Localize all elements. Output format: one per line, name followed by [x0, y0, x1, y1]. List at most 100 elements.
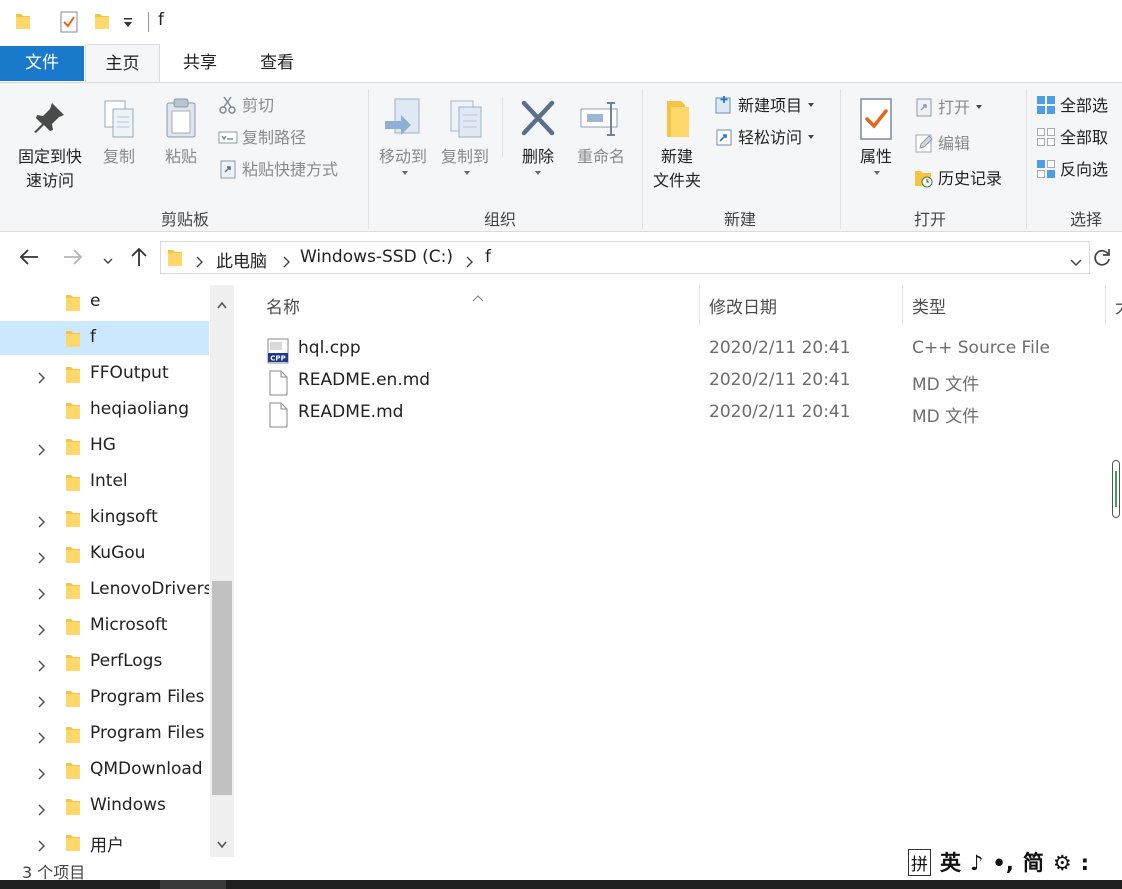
- breadcrumb-chevron-icon[interactable]: [465, 253, 473, 272]
- column-header-modified[interactable]: 修改日期: [709, 293, 777, 318]
- address-bar[interactable]: 此电脑 Windows-SSD (C:) f: [160, 241, 1090, 274]
- tab-file[interactable]: 文件: [0, 46, 84, 81]
- column-header-type[interactable]: 类型: [912, 293, 946, 318]
- edge-scroll-indicator[interactable]: [1112, 460, 1120, 518]
- ime-language-toggle[interactable]: 英: [940, 847, 961, 877]
- ime-simplified-toggle[interactable]: 简: [1023, 847, 1044, 877]
- rename-button[interactable]: 重命名: [570, 97, 632, 169]
- new-folder-button[interactable]: 新建 文件夹: [646, 97, 708, 193]
- scroll-down-icon[interactable]: [216, 835, 228, 854]
- paste-button[interactable]: 粘贴: [156, 97, 206, 169]
- nav-tree-item[interactable]: kingsoft: [0, 501, 209, 535]
- open-button[interactable]: 打开: [914, 95, 983, 121]
- easy-access-button[interactable]: 轻松访问: [714, 125, 815, 151]
- column-header-name[interactable]: 名称: [266, 293, 300, 318]
- expand-chevron-icon[interactable]: [36, 729, 46, 748]
- tab-share[interactable]: 共享: [162, 44, 238, 83]
- new-folder-icon: [667, 101, 689, 137]
- column-divider[interactable]: [699, 285, 700, 325]
- customize-toolbar-icon[interactable]: [122, 16, 134, 28]
- nav-tree-item[interactable]: LenovoDrivers: [0, 573, 209, 607]
- breadcrumb-chevron-icon[interactable]: [195, 253, 203, 272]
- back-arrow-icon[interactable]: [18, 246, 40, 272]
- nav-pane-scroll-thumb[interactable]: [212, 581, 232, 795]
- nav-tree-item[interactable]: QMDownload: [0, 753, 209, 787]
- file-row[interactable]: README.md 2020/2/11 20:41 MD 文件: [266, 399, 1116, 431]
- move-to-button[interactable]: 移动到: [374, 97, 432, 169]
- nav-tree-item[interactable]: Windows: [0, 789, 209, 823]
- nav-tree-item[interactable]: Microsoft: [0, 609, 209, 643]
- properties-quick-icon[interactable]: [60, 11, 78, 33]
- expand-chevron-icon[interactable]: [36, 585, 46, 604]
- copy-path-button[interactable]: 复制路径: [218, 125, 306, 151]
- nav-pane-scrollbar[interactable]: [210, 285, 234, 857]
- expand-chevron-icon[interactable]: [36, 441, 46, 460]
- up-arrow-icon[interactable]: [128, 246, 150, 272]
- new-item-button[interactable]: 新建项目: [714, 93, 815, 119]
- history-button[interactable]: 历史记录: [914, 166, 1002, 192]
- expand-chevron-icon[interactable]: [36, 621, 46, 640]
- ime-more-icon[interactable]: :: [1081, 851, 1089, 875]
- folder-icon[interactable]: [14, 11, 32, 31]
- nav-tree-item[interactable]: f: [0, 321, 209, 355]
- recent-locations-chevron-icon[interactable]: [102, 252, 114, 271]
- ime-settings-icon[interactable]: ⚙: [1053, 851, 1072, 875]
- ime-pinyin-icon[interactable]: 拼: [908, 849, 931, 876]
- copy-button[interactable]: 复制: [94, 97, 144, 169]
- expand-chevron-icon[interactable]: [36, 513, 46, 532]
- nav-tree-item[interactable]: Intel: [0, 465, 209, 499]
- nav-tree-item[interactable]: PerfLogs: [0, 645, 209, 679]
- breadcrumb-this-pc[interactable]: 此电脑: [216, 247, 267, 272]
- easy-access-dropdown-caret: [808, 134, 815, 139]
- nav-tree-item[interactable]: KuGou: [0, 537, 209, 571]
- folder-icon: [64, 437, 82, 461]
- expand-chevron-icon[interactable]: [36, 801, 46, 820]
- cut-label: 剪切: [242, 96, 275, 115]
- nav-tree-item[interactable]: e: [0, 285, 209, 319]
- expand-chevron-icon[interactable]: [36, 765, 46, 784]
- new-folder-quick-icon[interactable]: [93, 11, 111, 31]
- nav-tree-label: Program Files: [90, 723, 205, 743]
- nav-tree-item[interactable]: Program Files: [0, 717, 209, 751]
- paste-shortcut-button[interactable]: 粘贴快捷方式: [218, 157, 338, 183]
- tab-home[interactable]: 主页: [85, 44, 160, 84]
- nav-tree-item[interactable]: Program Files: [0, 681, 209, 715]
- tab-view[interactable]: 查看: [240, 44, 314, 83]
- expand-chevron-icon[interactable]: [36, 549, 46, 568]
- nav-tree-item[interactable]: HG: [0, 429, 209, 463]
- expand-chevron-icon[interactable]: [36, 837, 46, 856]
- address-history-chevron-icon[interactable]: [1069, 253, 1083, 272]
- refresh-icon[interactable]: [1092, 246, 1112, 272]
- nav-tree-item[interactable]: 用户: [0, 825, 209, 859]
- nav-tree-item[interactable]: FFOutput: [0, 357, 209, 391]
- column-divider[interactable]: [902, 285, 903, 325]
- nav-tree-item[interactable]: heqiaoliang: [0, 393, 209, 427]
- breadcrumb-chevron-icon[interactable]: [282, 253, 290, 272]
- edit-button[interactable]: 编辑: [914, 131, 970, 157]
- file-row[interactable]: CPP hql.cpp 2020/2/11 20:41 C++ Source File: [266, 335, 1116, 367]
- scroll-up-icon[interactable]: [216, 295, 228, 314]
- delete-button[interactable]: 删除: [512, 97, 564, 169]
- column-divider[interactable]: [1105, 285, 1106, 325]
- properties-label: 属性: [859, 147, 892, 166]
- nav-tree-label: Intel: [90, 471, 128, 491]
- expand-chevron-icon[interactable]: [36, 369, 46, 388]
- properties-button[interactable]: 属性: [852, 97, 900, 169]
- column-header-size[interactable]: 大: [1115, 293, 1122, 318]
- taskbar-active-app[interactable]: [160, 880, 226, 889]
- breadcrumb-drive-c[interactable]: Windows-SSD (C:): [300, 247, 453, 267]
- ime-comma-icon[interactable]: •,: [992, 851, 1013, 875]
- copy-to-button[interactable]: 复制到: [436, 97, 494, 169]
- pin-to-quick-access-button[interactable]: 固定到快 速访问: [10, 97, 90, 193]
- nav-tree-label: 用户: [90, 836, 124, 856]
- select-none-button[interactable]: 全部取: [1036, 125, 1108, 151]
- invert-selection-button[interactable]: 反向选: [1036, 157, 1108, 183]
- forward-arrow-icon[interactable]: [62, 246, 84, 272]
- expand-chevron-icon[interactable]: [36, 693, 46, 712]
- file-row[interactable]: README.en.md 2020/2/11 20:41 MD 文件: [266, 367, 1116, 399]
- expand-chevron-icon[interactable]: [36, 657, 46, 676]
- select-all-button[interactable]: 全部选: [1036, 93, 1108, 119]
- cut-button[interactable]: 剪切: [218, 93, 274, 119]
- breadcrumb-f[interactable]: f: [485, 247, 491, 267]
- ime-punctuation-icon[interactable]: ♪: [970, 851, 983, 875]
